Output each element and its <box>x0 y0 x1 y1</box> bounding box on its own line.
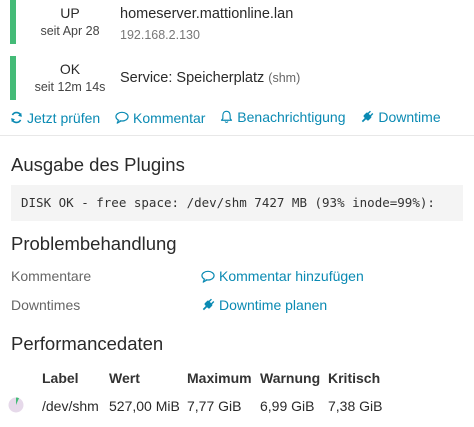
plug-icon <box>362 110 374 123</box>
column-header-maximum: Maximum <box>187 370 252 386</box>
plug-icon <box>202 298 215 311</box>
pie-column-header <box>8 364 42 392</box>
service-name: Service: Speicherplatz (shm) <box>120 70 300 86</box>
notification-label: Benachrichtigung <box>237 109 346 125</box>
service-host-suffix: (shm) <box>268 71 301 85</box>
comments-label: Kommentare <box>11 268 92 284</box>
schedule-downtime-label: Downtime planen <box>219 297 328 313</box>
column-header-label: Label <box>42 370 79 386</box>
schedule-downtime-link[interactable]: Downtime planen <box>201 297 327 313</box>
notification-action[interactable]: Benachrichtigung <box>220 109 345 125</box>
refresh-icon <box>11 111 22 124</box>
bell-icon <box>221 110 233 123</box>
column-header-critical: Kritisch <box>328 370 381 386</box>
perf-value: 527,00 MiB <box>109 398 180 414</box>
comment-icon <box>115 111 129 124</box>
host-state: UP seit Apr 28 <box>24 4 116 40</box>
section-divider <box>0 135 474 136</box>
add-comment-label: Kommentar hinzufügen <box>219 268 364 284</box>
usage-pie-cell <box>8 392 42 420</box>
comment-icon <box>201 270 215 283</box>
column-header-value: Wert <box>109 370 140 386</box>
host-name[interactable]: homeserver.mattionline.lan <box>120 6 293 22</box>
table-row: /dev/shm 527,00 MiB 7,77 GiB 6,99 GiB 7,… <box>8 392 408 420</box>
check-now-label: Jetzt prüfen <box>27 109 101 126</box>
performance-heading: Performancedaten <box>11 333 164 354</box>
service-name-label: Service: Speicherplatz <box>120 70 265 86</box>
downtimes-label: Downtimes <box>11 297 81 313</box>
host-state-row[interactable]: UP seit Apr 28 homeserver.mattionline.la… <box>10 0 472 44</box>
service-state-since: seit 12m 14s <box>34 80 106 94</box>
performance-header-row: Label Wert Maximum Warnung Kritisch <box>8 364 408 392</box>
problem-handling-heading: Problembehandlung <box>11 233 177 254</box>
service-state: OK seit 12m 14s <box>24 60 116 96</box>
downtime-label: Downtime <box>378 109 441 125</box>
plugin-output-heading: Ausgabe des Plugins <box>11 154 185 175</box>
host-state-label: UP <box>60 5 80 21</box>
comment-label: Kommentar <box>133 109 206 126</box>
quick-actions: Jetzt prüfen Kommentar Benachrichtigung … <box>10 109 452 127</box>
perf-label: /dev/shm <box>42 398 99 414</box>
perf-warning: 6,99 GiB <box>260 398 315 414</box>
service-state-bar <box>10 56 16 100</box>
check-now-action[interactable]: Jetzt prüfen <box>10 110 100 126</box>
comment-action[interactable]: Kommentar <box>115 110 205 126</box>
downtime-action[interactable]: Downtime <box>360 109 441 125</box>
usage-pie-chart[interactable] <box>8 397 24 413</box>
plugin-output-text: DISK OK - free space: /dev/shm 7427 MB (… <box>11 185 463 221</box>
column-header-warning: Warnung <box>260 370 321 386</box>
service-state-label: OK <box>59 61 81 77</box>
host-address: 192.168.2.130 <box>120 28 200 42</box>
add-comment-link[interactable]: Kommentar hinzufügen <box>201 268 364 284</box>
service-state-row: OK seit 12m 14s Service: Speicherplatz (… <box>10 56 472 100</box>
perf-maximum: 7,77 GiB <box>187 398 242 414</box>
performance-table: Label Wert Maximum Warnung Kritisch /dev… <box>8 364 408 420</box>
host-state-bar <box>10 0 16 44</box>
host-state-since: seit Apr 28 <box>40 24 100 38</box>
perf-critical: 7,38 GiB <box>328 398 383 414</box>
